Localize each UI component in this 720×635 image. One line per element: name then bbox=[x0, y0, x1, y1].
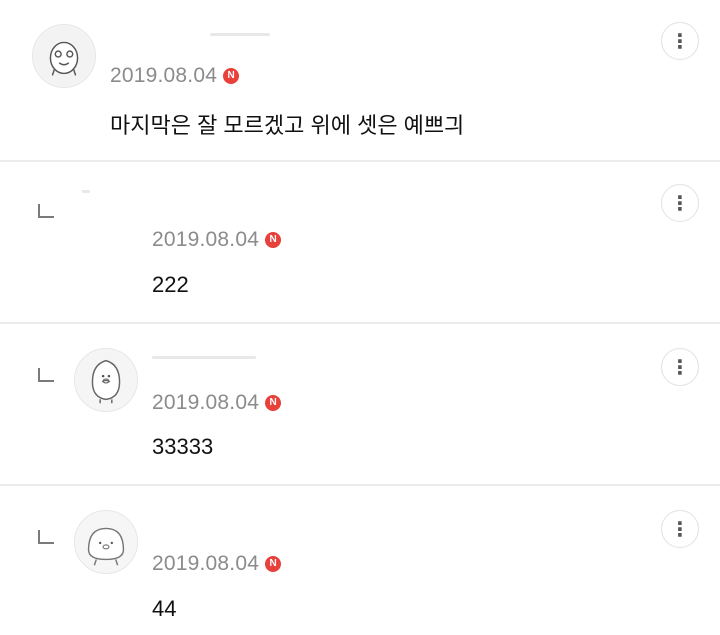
more-menu-button[interactable]: ⋮ bbox=[661, 510, 699, 548]
character-avatar-icon[interactable] bbox=[32, 24, 96, 88]
reply-indicator-icon bbox=[38, 368, 54, 382]
more-menu-button[interactable]: ⋮ bbox=[661, 22, 699, 60]
comment-date: 2019.08.04 bbox=[152, 391, 260, 414]
comment-text: 마지막은 잘 모르겠고 위에 셋은 예쁘긔 bbox=[110, 113, 465, 138]
new-badge: N bbox=[265, 232, 282, 248]
blob-avatar-icon[interactable] bbox=[74, 510, 138, 574]
more-menu-button[interactable]: ⋮ bbox=[661, 348, 699, 386]
reply-indicator-icon bbox=[38, 204, 54, 218]
more-vertical-icon: ⋮ bbox=[670, 191, 690, 215]
comment-date: 2019.08.04 bbox=[152, 552, 260, 575]
comment-date: 2019.08.04 bbox=[110, 64, 218, 87]
author-name-redacted bbox=[210, 33, 270, 36]
new-badge: N bbox=[223, 68, 240, 84]
comment-meta: 2019.08.04 N bbox=[152, 228, 282, 252]
reply-item: 2019.08.04 N 33333 ⋮ bbox=[0, 324, 720, 484]
more-vertical-icon: ⋮ bbox=[670, 29, 690, 53]
more-vertical-icon: ⋮ bbox=[670, 355, 690, 379]
penguin-avatar-icon[interactable] bbox=[74, 348, 138, 412]
comment-meta: 2019.08.04 N bbox=[152, 552, 282, 576]
comment-meta: 2019.08.04 N bbox=[110, 64, 240, 88]
comment-text: 33333 bbox=[152, 434, 214, 459]
new-badge: N bbox=[265, 556, 282, 572]
comment-item: 2019.08.04 N 마지막은 잘 모르겠고 위에 셋은 예쁘긔 ⋮ bbox=[0, 0, 720, 160]
more-menu-button[interactable]: ⋮ bbox=[661, 184, 699, 222]
new-badge: N bbox=[265, 395, 282, 411]
comment-text: 222 bbox=[152, 272, 189, 297]
reply-item: 2019.08.04 N 222 ⋮ bbox=[0, 162, 720, 322]
comment-date: 2019.08.04 bbox=[152, 228, 260, 251]
author-name-redacted bbox=[152, 356, 256, 359]
author-name-redacted bbox=[82, 190, 90, 193]
reply-item: 2019.08.04 N 44 ⋮ bbox=[0, 486, 720, 635]
comment-text: 44 bbox=[152, 596, 177, 621]
more-vertical-icon: ⋮ bbox=[670, 517, 690, 541]
comment-meta: 2019.08.04 N bbox=[152, 391, 282, 415]
reply-indicator-icon bbox=[38, 530, 54, 544]
